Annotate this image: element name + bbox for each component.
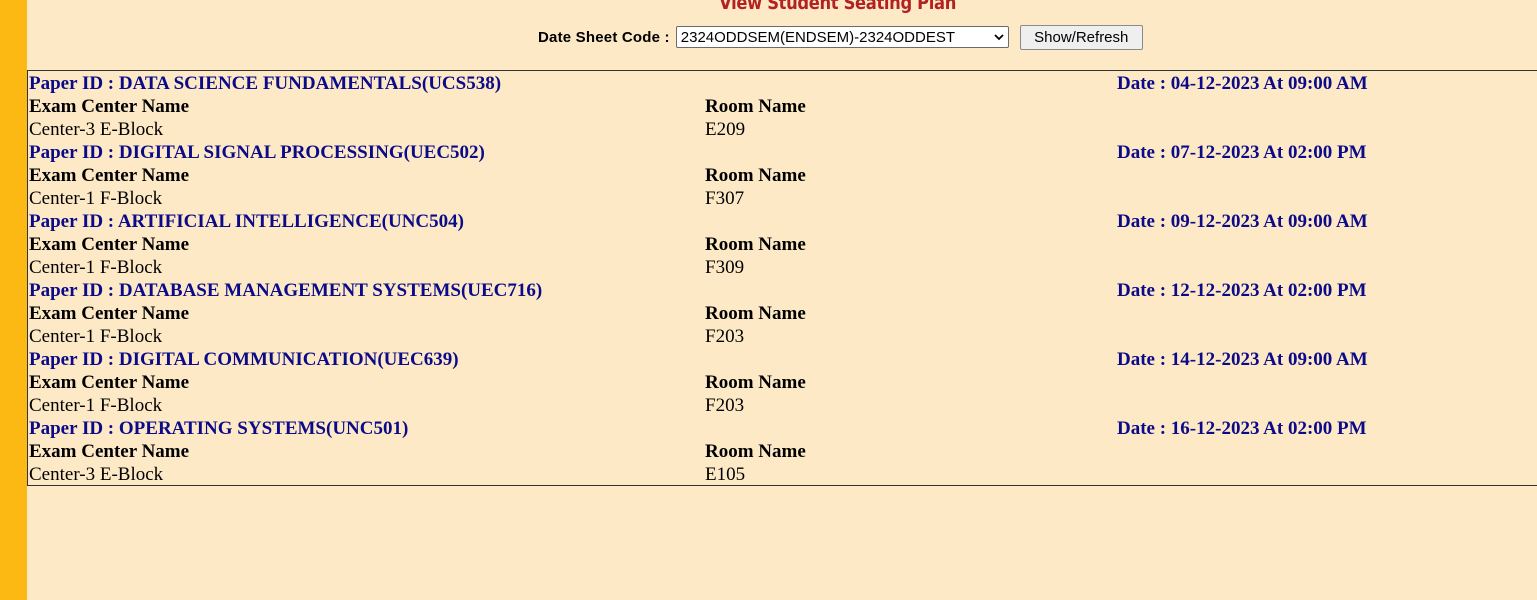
room-name: E209 <box>705 119 746 140</box>
paper-id: Paper ID : DIGITAL SIGNAL PROCESSING(UEC… <box>29 142 485 163</box>
exam-center-name-header: Exam Center Name <box>29 234 190 255</box>
exam-center-name-header: Exam Center Name <box>29 165 190 186</box>
exam-center-name-header: Exam Center Name <box>29 303 190 324</box>
exam-center-name: Center-1 F-Block <box>29 188 163 209</box>
table-row: Center-1 F-Block F307 <box>28 187 1528 210</box>
exam-center-name: Center-3 E-Block <box>29 119 164 140</box>
room-name-header: Room Name <box>705 441 806 462</box>
paper-date: Date : 04-12-2023 At 09:00 AM <box>1117 73 1368 94</box>
seating-plan-table: Paper ID : DATA SCIENCE FUNDAMENTALS(UCS… <box>27 70 1537 486</box>
date-sheet-code-label: Date Sheet Code : <box>538 28 670 46</box>
chevron-down-icon <box>994 34 1004 41</box>
exam-center-name: Center-3 E-Block <box>29 464 164 485</box>
room-name: F203 <box>705 326 745 347</box>
paper-date: Date : 16-12-2023 At 02:00 PM <box>1117 418 1367 439</box>
room-name-header: Room Name <box>705 96 806 117</box>
room-name: E105 <box>705 464 746 485</box>
column-header-row: Exam Center Name Room Name <box>28 371 1528 394</box>
page: View Student Seating Plan Date Sheet Cod… <box>0 0 1537 600</box>
room-name-header: Room Name <box>705 372 806 393</box>
room-name-header: Room Name <box>705 303 806 324</box>
paper-header-row: Paper ID : DIGITAL COMMUNICATION(UEC639)… <box>28 348 1528 371</box>
room-name: F307 <box>705 188 745 209</box>
paper-header-row: Paper ID : ARTIFICIAL INTELLIGENCE(UNC50… <box>28 210 1528 233</box>
paper-id: Paper ID : OPERATING SYSTEMS(UNC501) <box>29 418 409 439</box>
paper-header-row: Paper ID : OPERATING SYSTEMS(UNC501) Dat… <box>28 417 1528 440</box>
paper-header-row: Paper ID : DATA SCIENCE FUNDAMENTALS(UCS… <box>28 72 1528 95</box>
paper-id: Paper ID : DIGITAL COMMUNICATION(UEC639) <box>29 349 459 370</box>
paper-date: Date : 09-12-2023 At 09:00 AM <box>1117 211 1368 232</box>
left-side-bar <box>0 0 27 600</box>
paper-id: Paper ID : DATABASE MANAGEMENT SYSTEMS(U… <box>29 280 543 301</box>
date-sheet-code-select[interactable]: 2324ODDSEM(ENDSEM)-2324ODDEST <box>675 26 1009 48</box>
date-sheet-code-value: 2324ODDSEM(ENDSEM)-2324ODDEST <box>680 28 956 46</box>
room-name-header: Room Name <box>705 165 806 186</box>
paper-date: Date : 14-12-2023 At 09:00 AM <box>1117 349 1368 370</box>
filter-row: Date Sheet Code : 2324ODDSEM(ENDSEM)-232… <box>538 24 1143 50</box>
column-header-row: Exam Center Name Room Name <box>28 164 1528 187</box>
paper-header-row: Paper ID : DIGITAL SIGNAL PROCESSING(UEC… <box>28 141 1528 164</box>
show-refresh-button[interactable]: Show/Refresh <box>1019 24 1143 50</box>
paper-block: Paper ID : DATA SCIENCE FUNDAMENTALS(UCS… <box>28 71 1537 140</box>
table-row: Center-3 E-Block E209 <box>28 118 1528 141</box>
table-row: Center-1 F-Block F203 <box>28 325 1528 348</box>
exam-center-name: Center-1 F-Block <box>29 326 163 347</box>
table-row: Center-3 E-Block E105 <box>28 463 1528 486</box>
exam-center-name-header: Exam Center Name <box>29 96 190 117</box>
paper-block: Paper ID : DIGITAL COMMUNICATION(UEC639)… <box>28 347 1537 416</box>
paper-block: Paper ID : ARTIFICIAL INTELLIGENCE(UNC50… <box>28 209 1537 278</box>
paper-header-row: Paper ID : DATABASE MANAGEMENT SYSTEMS(U… <box>28 279 1528 302</box>
paper-date: Date : 12-12-2023 At 02:00 PM <box>1117 280 1367 301</box>
room-name: F309 <box>705 257 745 278</box>
paper-date: Date : 07-12-2023 At 02:00 PM <box>1117 142 1367 163</box>
paper-id: Paper ID : ARTIFICIAL INTELLIGENCE(UNC50… <box>29 211 464 232</box>
page-title: View Student Seating Plan <box>719 0 957 14</box>
table-row: Center-1 F-Block F203 <box>28 394 1528 417</box>
paper-block: Paper ID : OPERATING SYSTEMS(UNC501) Dat… <box>28 416 1537 485</box>
table-row: Center-1 F-Block F309 <box>28 256 1528 279</box>
exam-center-name: Center-1 F-Block <box>29 257 163 278</box>
room-name-header: Room Name <box>705 234 806 255</box>
paper-id: Paper ID : DATA SCIENCE FUNDAMENTALS(UCS… <box>29 73 502 94</box>
paper-block: Paper ID : DATABASE MANAGEMENT SYSTEMS(U… <box>28 278 1537 347</box>
column-header-row: Exam Center Name Room Name <box>28 440 1528 463</box>
column-header-row: Exam Center Name Room Name <box>28 302 1528 325</box>
exam-center-name: Center-1 F-Block <box>29 395 163 416</box>
exam-center-name-header: Exam Center Name <box>29 441 190 462</box>
column-header-row: Exam Center Name Room Name <box>28 233 1528 256</box>
column-header-row: Exam Center Name Room Name <box>28 95 1528 118</box>
exam-center-name-header: Exam Center Name <box>29 372 190 393</box>
room-name: F203 <box>705 395 745 416</box>
paper-block: Paper ID : DIGITAL SIGNAL PROCESSING(UEC… <box>28 140 1537 209</box>
